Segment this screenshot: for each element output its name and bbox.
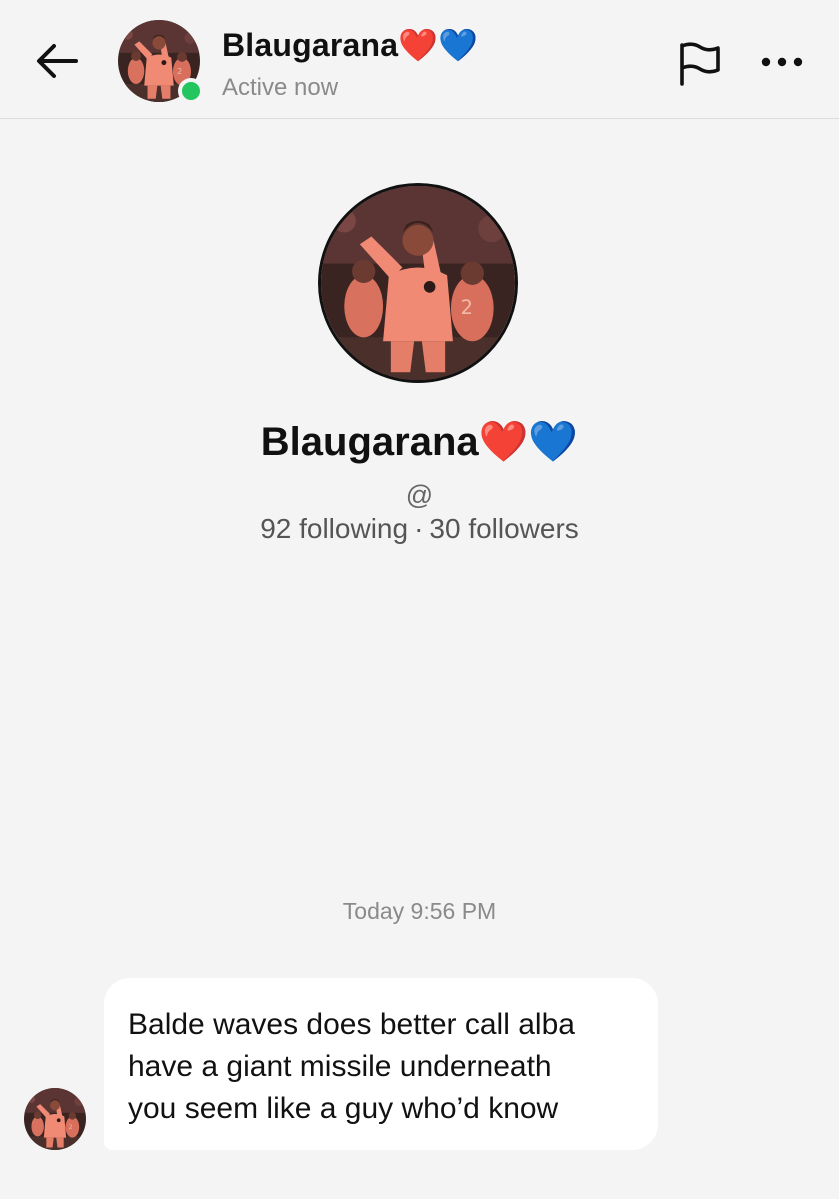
stats-separator: · [414,513,424,544]
more-options-button[interactable] [756,44,808,80]
back-arrow-icon [37,44,78,78]
conversation-title[interactable]: Blaugarana❤️💙 [222,26,478,64]
chat-header: Blaugarana❤️💙 Active now [0,0,839,119]
message-timestamp: Today 9:56 PM [342,898,497,924]
profile-stats: 92 following · 30 followers [0,513,839,545]
message-text-line: have a giant missile underneath [128,1050,552,1083]
profile-avatar[interactable] [318,183,518,383]
more-options-icon [761,57,803,67]
message-bubble[interactable]: Balde waves does better call alba have a… [104,978,658,1150]
sender-avatar-image [24,1088,86,1150]
profile-avatar-image [321,186,515,380]
following-count[interactable]: 92 following [260,513,408,544]
report-button[interactable] [674,40,722,86]
sender-avatar[interactable] [24,1088,86,1150]
activity-status: Active now [222,74,339,101]
message-text-line: Balde waves does better call alba [128,1008,575,1041]
back-button[interactable] [30,38,84,84]
header-avatar[interactable] [118,20,204,104]
online-status-dot [178,78,204,104]
followers-count[interactable]: 30 followers [429,513,578,544]
flag-icon [680,42,720,86]
message-text-line: you seem like a guy who’d know [128,1092,559,1125]
profile-handle: @ [405,480,434,510]
profile-name[interactable]: Blaugarana❤️💙 [0,418,839,465]
